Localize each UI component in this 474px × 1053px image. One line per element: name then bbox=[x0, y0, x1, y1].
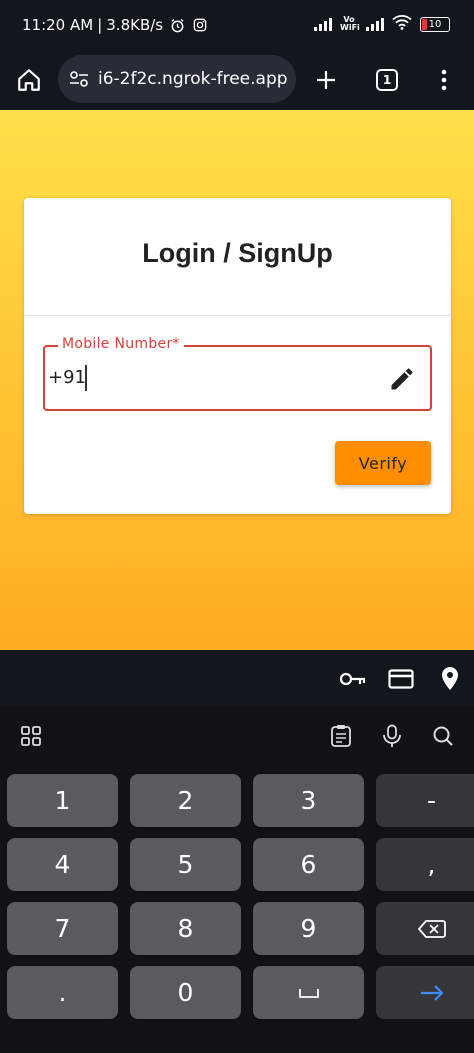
backspace-key[interactable] bbox=[376, 902, 474, 955]
space-icon bbox=[298, 988, 319, 998]
mobile-number-label: Mobile Number* bbox=[58, 336, 184, 352]
key-icon[interactable] bbox=[338, 664, 368, 694]
status-network-speed: 3.8KB/s bbox=[106, 16, 164, 34]
apps-grid-icon[interactable] bbox=[18, 723, 44, 749]
login-card: Login / SignUp Mobile Number* +91 Verify bbox=[24, 198, 451, 514]
menu-icon bbox=[441, 69, 447, 91]
instagram-icon bbox=[192, 18, 207, 33]
page-title: Login / SignUp bbox=[142, 238, 333, 268]
new-tab-button[interactable] bbox=[306, 60, 346, 100]
country-code-prefix: +91 bbox=[48, 367, 86, 388]
key-4[interactable]: 4 bbox=[7, 838, 118, 891]
key-7[interactable]: 7 bbox=[7, 902, 118, 955]
space-key[interactable] bbox=[253, 966, 364, 1019]
clipboard-icon[interactable] bbox=[328, 723, 354, 749]
status-left: 11:20 AM | 3.8KB/s bbox=[22, 16, 207, 34]
home-icon bbox=[18, 69, 40, 91]
key-8[interactable]: 8 bbox=[130, 902, 241, 955]
web-content: Login / SignUp Mobile Number* +91 Verify bbox=[0, 110, 474, 650]
battery-icon: 10 bbox=[420, 16, 450, 32]
enter-key[interactable] bbox=[376, 966, 474, 1019]
microphone-icon[interactable] bbox=[379, 723, 405, 749]
alarm-icon bbox=[170, 18, 185, 33]
numeric-keyboard: 1 2 3 - 4 5 6 , 7 8 9 . 0 bbox=[0, 706, 474, 1053]
key-minus[interactable]: - bbox=[376, 774, 474, 827]
vowifi-icon: Vo WiFi bbox=[340, 15, 360, 32]
mobile-number-field[interactable]: Mobile Number* +91 bbox=[43, 336, 432, 411]
wifi-icon bbox=[392, 14, 412, 34]
signal-icon bbox=[314, 17, 332, 31]
browser-menu-button[interactable] bbox=[424, 60, 464, 100]
location-pin-icon[interactable] bbox=[435, 664, 465, 694]
search-icon[interactable] bbox=[430, 723, 456, 749]
home-button[interactable] bbox=[9, 60, 49, 100]
status-time: 11:20 AM bbox=[22, 16, 94, 34]
battery-level: 10 bbox=[428, 18, 442, 30]
tab-switcher-icon: 1 bbox=[376, 69, 398, 91]
card-divider bbox=[24, 315, 451, 316]
key-6[interactable]: 6 bbox=[253, 838, 364, 891]
backspace-icon bbox=[417, 919, 446, 938]
status-bar: 11:20 AM | 3.8KB/s Vo WiFi 10 bbox=[0, 0, 474, 50]
signal-icon bbox=[366, 17, 384, 31]
url-text: i6-2f2c.ngrok-free.app bbox=[98, 69, 288, 89]
new-tab-icon bbox=[317, 71, 335, 89]
status-right: Vo WiFi 10 bbox=[314, 14, 450, 34]
site-settings-icon[interactable] bbox=[68, 68, 90, 90]
key-9[interactable]: 9 bbox=[253, 902, 364, 955]
key-1[interactable]: 1 bbox=[7, 774, 118, 827]
autofill-bar bbox=[0, 650, 474, 706]
verify-button[interactable]: Verify bbox=[335, 441, 431, 485]
key-period[interactable]: . bbox=[7, 966, 118, 1019]
status-separator: | bbox=[97, 16, 103, 34]
browser-toolbar: i6-2f2c.ngrok-free.app 1 bbox=[0, 50, 474, 110]
key-5[interactable]: 5 bbox=[130, 838, 241, 891]
key-3[interactable]: 3 bbox=[253, 774, 364, 827]
text-cursor bbox=[85, 365, 87, 391]
key-0[interactable]: 0 bbox=[130, 966, 241, 1019]
address-bar[interactable]: i6-2f2c.ngrok-free.app bbox=[58, 55, 296, 103]
key-comma[interactable]: , bbox=[376, 838, 474, 891]
credit-card-icon[interactable] bbox=[386, 664, 416, 694]
arrow-right-icon bbox=[420, 984, 443, 1001]
pencil-icon[interactable] bbox=[388, 365, 416, 393]
tab-switcher-button[interactable]: 1 bbox=[367, 60, 407, 100]
key-2[interactable]: 2 bbox=[130, 774, 241, 827]
